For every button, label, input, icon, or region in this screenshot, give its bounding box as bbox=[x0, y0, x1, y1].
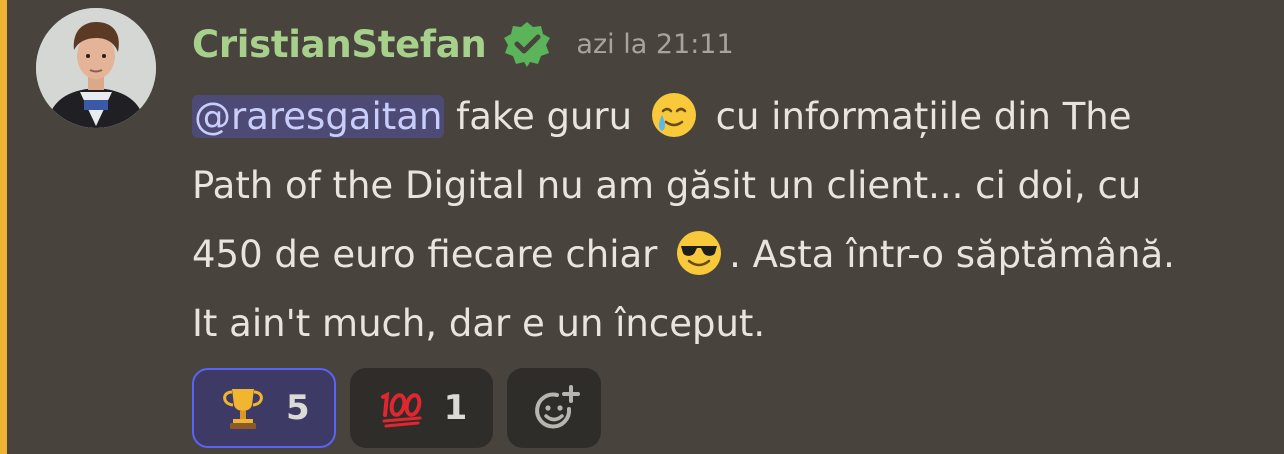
trophy-icon bbox=[218, 383, 268, 433]
hundred-points-icon bbox=[376, 383, 426, 433]
add-reaction-button[interactable] bbox=[507, 368, 602, 448]
verified-badge-icon bbox=[502, 19, 552, 69]
highlight-accent-bar bbox=[0, 0, 7, 454]
timestamp: azi la 21:11 bbox=[576, 28, 734, 60]
avatar[interactable] bbox=[36, 8, 156, 128]
username[interactable]: CristianStefan bbox=[192, 23, 487, 66]
message-text: . Asta într-o săptămână. bbox=[729, 233, 1175, 276]
reaction-trophy[interactable]: 5 bbox=[192, 368, 336, 448]
reaction-count: 5 bbox=[286, 388, 310, 428]
message-text: 450 de euro fiecare chiar bbox=[192, 233, 670, 276]
message-content: @raresgaitan fake guru cu informațiile d… bbox=[192, 82, 1272, 358]
reactions-bar: 5 1 bbox=[192, 368, 602, 448]
reaction-hundred-points[interactable]: 1 bbox=[349, 368, 494, 448]
message-line: @raresgaitan fake guru cu informațiile d… bbox=[192, 82, 1272, 151]
message-text: cu informațiile din The bbox=[703, 95, 1132, 138]
add-reaction-icon bbox=[529, 383, 581, 433]
message-header: CristianStefan azi la 21:11 bbox=[192, 16, 734, 72]
reaction-count: 1 bbox=[443, 388, 468, 428]
smiling-face-with-tear-icon bbox=[650, 91, 698, 139]
message-line: It ain't much, dar e un început. bbox=[192, 302, 766, 345]
smiling-face-with-sunglasses-icon bbox=[675, 229, 723, 277]
user-mention[interactable]: @raresgaitan bbox=[192, 95, 445, 138]
message-line: Path of the Digital nu am găsit un clien… bbox=[192, 164, 1142, 207]
message-text: fake guru bbox=[444, 95, 644, 138]
message-line: 450 de euro fiecare chiar . Asta într-o … bbox=[192, 220, 1272, 289]
